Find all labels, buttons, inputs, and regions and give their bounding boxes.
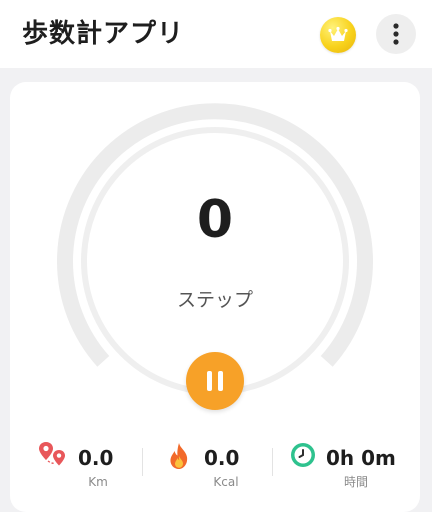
more-options-button[interactable] — [376, 14, 416, 54]
time-unit: 時間 — [343, 475, 368, 489]
premium-button[interactable] — [320, 17, 356, 53]
flame-icon — [170, 443, 188, 469]
more-vertical-icon — [393, 23, 399, 45]
step-count: 0 — [196, 190, 234, 250]
calories-stat: 0.0 Kcal — [168, 430, 278, 500]
time-value: 0h 0m — [326, 446, 396, 470]
crown-icon — [328, 26, 348, 41]
calories-value: 0.0 — [204, 446, 240, 470]
map-pins-icon — [39, 442, 65, 466]
stats-divider — [142, 448, 143, 476]
stats-row: 0.0 Km 0.0 Kcal 0h 0m 時間 — [10, 430, 420, 500]
stats-divider — [272, 448, 273, 476]
step-label: ステップ — [176, 289, 253, 311]
pause-button[interactable] — [186, 352, 244, 410]
calories-unit: Kcal — [213, 475, 239, 489]
distance-stat: 0.0 Km — [38, 430, 148, 500]
distance-unit: Km — [88, 475, 108, 489]
pause-icon — [207, 371, 223, 391]
timer-icon — [291, 443, 315, 467]
step-tracker-card: 0 ステップ 0.0 Km 0.0 Kcal 0h 0m 時間 — [10, 82, 420, 512]
app-title: 歩数計アプリ — [22, 19, 185, 49]
time-stat: 0h 0m 時間 — [290, 430, 414, 500]
app-bar: 歩数計アプリ — [0, 0, 432, 68]
distance-value: 0.0 — [78, 446, 114, 470]
